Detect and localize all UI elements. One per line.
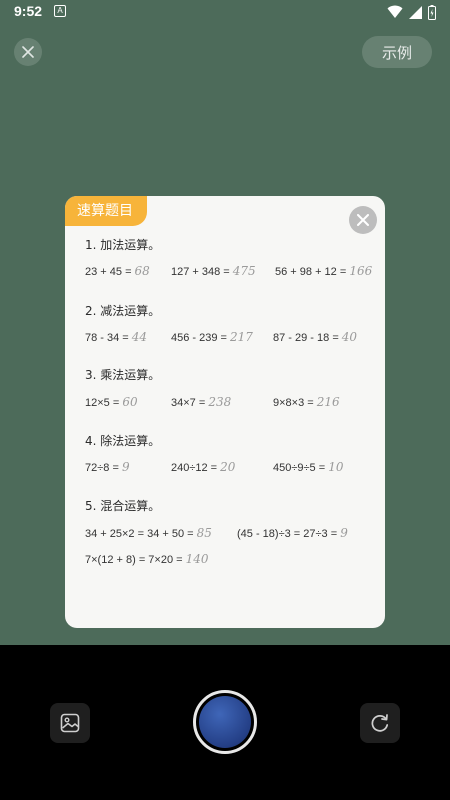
answer: 140: [185, 552, 209, 566]
section-title: 1. 加法运算。: [85, 238, 161, 252]
equation: (45 - 18)÷3 = 27÷3 = 9: [237, 526, 348, 540]
section-title: 4. 除法运算。: [85, 434, 161, 448]
equation: 9×8×3 = 216: [273, 395, 340, 409]
card-tag: 速算题目: [65, 196, 147, 226]
answer: 10: [328, 460, 344, 474]
answer: 40: [341, 330, 358, 344]
equation: 87 - 29 - 18 = 40: [273, 330, 358, 344]
answer: 60: [122, 395, 138, 409]
equation: 450÷9÷5 = 10: [273, 460, 344, 474]
wifi-icon: [387, 5, 403, 18]
camera-controls: [0, 645, 450, 800]
equation: 127 + 348 = 475: [171, 264, 256, 278]
equation: 456 - 239 = 217: [171, 330, 253, 344]
section-title: 5. 混合运算。: [85, 499, 161, 513]
gallery-button[interactable]: [50, 703, 90, 743]
battery-icon: [428, 4, 436, 20]
equation: 7×(12 + 8) = 7×20 = 140: [85, 552, 209, 566]
close-icon: [357, 214, 369, 226]
close-button[interactable]: [14, 38, 42, 66]
answer: 475: [232, 264, 256, 278]
answer: 9: [340, 526, 348, 540]
equation: 12×5 = 60: [85, 395, 138, 409]
equation: 34 + 25×2 = 34 + 50 = 85: [85, 526, 212, 540]
equation: 23 + 45 = 68: [85, 264, 150, 278]
status-time: 9:52: [14, 3, 43, 19]
shutter-core: [199, 696, 251, 748]
status-icons: [387, 4, 436, 20]
shutter-button[interactable]: [193, 690, 257, 754]
rotate-icon: [371, 714, 389, 732]
example-card: 速算题目 1. 加法运算。 23 + 45 = 68 127 + 348 = 4…: [65, 196, 385, 628]
status-bar: 9:52 A: [0, 0, 450, 24]
answer: 216: [316, 395, 340, 409]
equation: 56 + 98 + 12 = 166: [275, 264, 373, 278]
answer: 166: [349, 264, 373, 278]
answer: 20: [220, 460, 236, 474]
answer: 44: [131, 330, 148, 344]
notification-icon: A: [54, 5, 66, 17]
answer: 85: [196, 526, 212, 540]
equation: 240÷12 = 20: [171, 460, 236, 474]
answer: 68: [134, 264, 150, 278]
answer: 238: [208, 395, 232, 409]
answer: 9: [121, 460, 130, 474]
answer: 217: [230, 330, 253, 344]
equation: 34×7 = 238: [171, 395, 232, 409]
equation: 72÷8 = 9: [85, 460, 130, 474]
rotate-button[interactable]: [360, 703, 400, 743]
close-icon: [22, 46, 34, 58]
section-title: 2. 减法运算。: [85, 304, 161, 318]
equation: 78 - 34 = 44: [85, 330, 148, 344]
section-title: 3. 乘法运算。: [85, 368, 161, 382]
example-button[interactable]: 示例: [362, 36, 432, 68]
signal-icon: [409, 5, 422, 19]
gallery-icon: [60, 713, 80, 733]
card-close-button[interactable]: [349, 206, 377, 234]
